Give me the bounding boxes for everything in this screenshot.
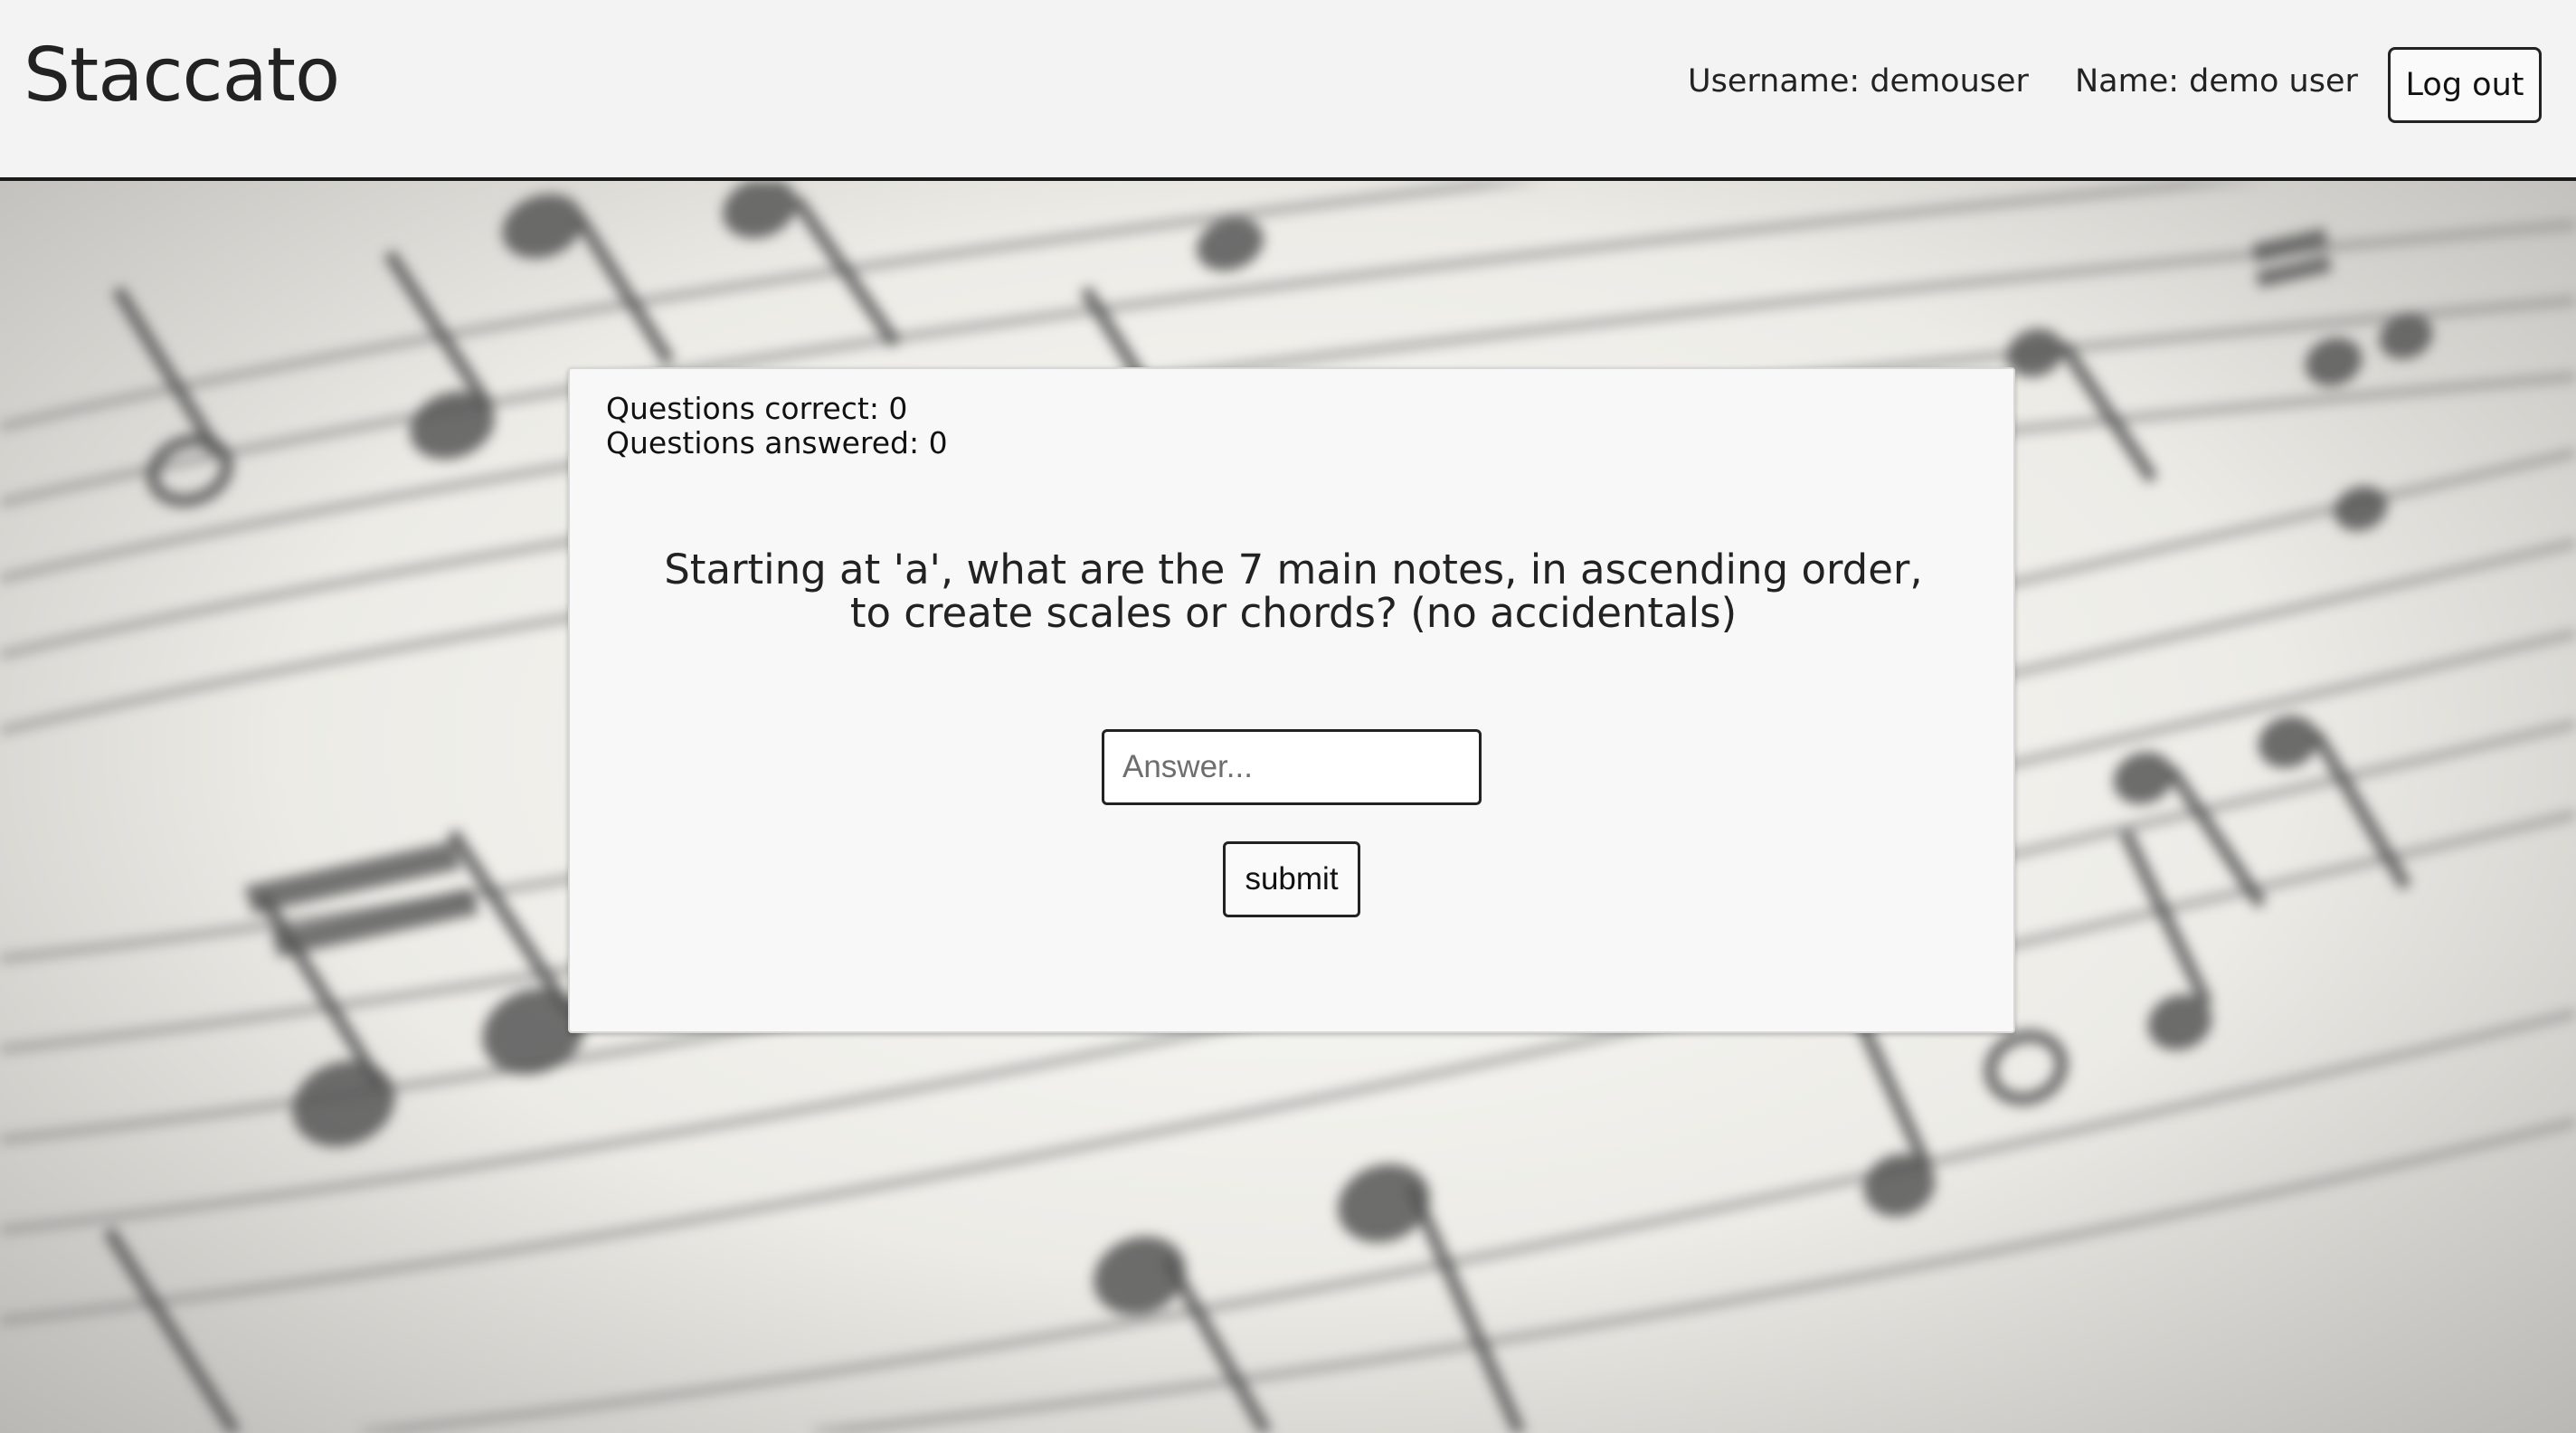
quiz-card: Questions correct: 0 Questions answered:… xyxy=(568,367,2015,1033)
username-label: Username: demouser xyxy=(1688,63,2029,100)
question-line-2: to create scales or chords? (no accident… xyxy=(849,589,1738,637)
display-name-label: Name: demo user xyxy=(2075,63,2358,100)
top-nav-bar: Staccato Username: demouser Name: demo u… xyxy=(0,0,2576,181)
submit-button[interactable]: submit xyxy=(1223,841,1360,917)
question-line-1: Starting at 'a', what are the 7 main not… xyxy=(664,546,1923,593)
app-logo-title: Staccato xyxy=(24,33,340,119)
answer-input[interactable] xyxy=(1102,729,1482,805)
question-text: Starting at 'a', what are the 7 main not… xyxy=(660,548,1927,635)
questions-correct-counter: Questions correct: 0 xyxy=(606,391,908,426)
logout-button[interactable]: Log out xyxy=(2388,47,2542,123)
questions-answered-counter: Questions answered: 0 xyxy=(606,425,948,460)
